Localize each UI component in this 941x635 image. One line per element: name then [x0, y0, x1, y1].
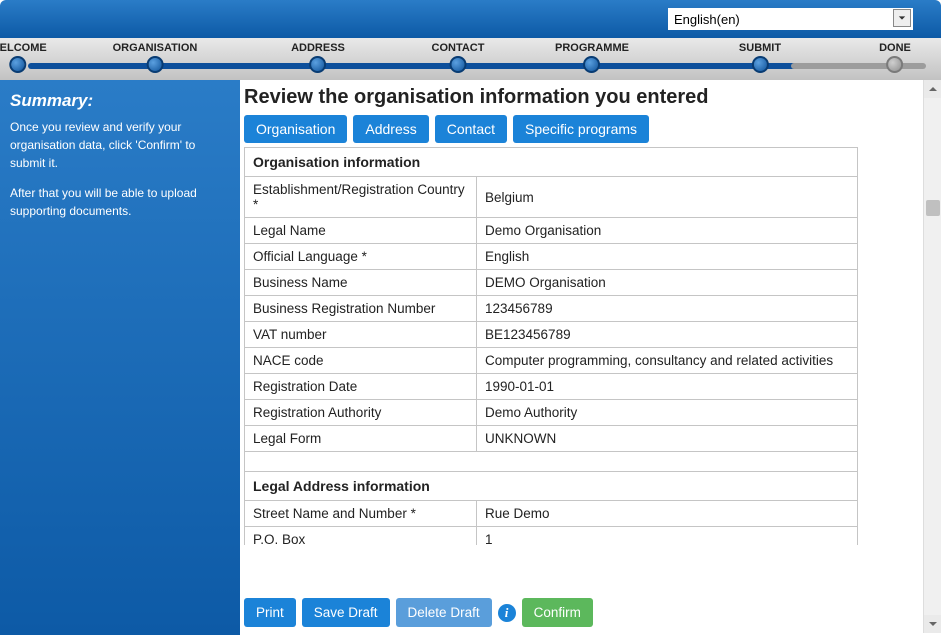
wizard-step-dot	[887, 56, 904, 73]
table-row: VAT numberBE123456789	[245, 322, 858, 348]
print-button[interactable]: Print	[244, 598, 296, 627]
field-value: 1990-01-01	[477, 374, 858, 400]
language-selected: English(en)	[674, 12, 740, 27]
field-value: Demo Authority	[477, 400, 858, 426]
scroll-down-icon[interactable]	[924, 615, 941, 633]
tab-row: Organisation Address Contact Specific pr…	[244, 115, 919, 143]
section-header-organisation: Organisation information	[245, 148, 858, 177]
save-draft-button[interactable]: Save Draft	[302, 598, 390, 627]
table-row: Establishment/Registration Country *Belg…	[245, 177, 858, 218]
wizard-step-done[interactable]: DONE	[879, 42, 911, 73]
table-row: P.O. Box1	[245, 527, 858, 546]
wizard-step-label: DONE	[879, 42, 911, 54]
wizard-step-dot	[751, 56, 768, 73]
field-value: Rue Demo	[477, 501, 858, 527]
wizard-step-programme[interactable]: PROGRAMME	[555, 42, 629, 73]
field-value: BE123456789	[477, 322, 858, 348]
wizard-step-address[interactable]: ADDRESS	[291, 42, 345, 73]
dropdown-arrow-icon	[893, 9, 911, 27]
wizard-step-dot	[450, 56, 467, 73]
table-row: Legal FormUNKNOWN	[245, 426, 858, 452]
tab-contact[interactable]: Contact	[435, 115, 507, 143]
language-select[interactable]: English(en)	[668, 8, 913, 30]
wizard-step-label: ADDRESS	[291, 42, 345, 54]
table-row: Legal NameDemo Organisation	[245, 218, 858, 244]
field-label: Business Name	[245, 270, 477, 296]
wizard-step-dot	[9, 56, 26, 73]
table-row: Street Name and Number *Rue Demo	[245, 501, 858, 527]
field-value: 1	[477, 527, 858, 546]
wizard-step-label: ORGANISATION	[113, 42, 198, 54]
field-label: Official Language *	[245, 244, 477, 270]
wizard-step-welcome[interactable]: WELCOME	[0, 42, 47, 73]
tab-address[interactable]: Address	[353, 115, 428, 143]
sidebar-title: Summary:	[10, 88, 230, 114]
field-value: Demo Organisation	[477, 218, 858, 244]
scroll-up-icon[interactable]	[924, 80, 941, 98]
field-label: Registration Date	[245, 374, 477, 400]
field-value: 123456789	[477, 296, 858, 322]
wizard-step-dot	[147, 56, 164, 73]
table-row: Business NameDEMO Organisation	[245, 270, 858, 296]
wizard-step-label: PROGRAMME	[555, 42, 629, 54]
page-title: Review the organisation information you …	[244, 86, 919, 109]
table-row: Business Registration Number123456789	[245, 296, 858, 322]
table-row: NACE codeComputer programming, consultan…	[245, 348, 858, 374]
wizard-progress: WELCOME ORGANISATION ADDRESS CONTACT PROGRAM…	[0, 38, 941, 80]
wizard-step-contact[interactable]: CONTACT	[432, 42, 485, 73]
field-label: NACE code	[245, 348, 477, 374]
wizard-step-label: CONTACT	[432, 42, 485, 54]
field-value: English	[477, 244, 858, 270]
field-label: Legal Name	[245, 218, 477, 244]
wizard-step-dot	[583, 56, 600, 73]
field-value: UNKNOWN	[477, 426, 858, 452]
sidebar: Summary: Once you review and verify your…	[0, 80, 240, 635]
sidebar-para-1: Once you review and verify your organisa…	[10, 118, 230, 172]
top-bar: English(en)	[0, 0, 941, 38]
section-header-address: Legal Address information	[245, 472, 858, 501]
field-value: Belgium	[477, 177, 858, 218]
wizard-step-label: SUBMIT	[739, 42, 781, 54]
review-table: Organisation informationEstablishment/Re…	[244, 147, 858, 545]
vertical-scrollbar[interactable]	[923, 80, 941, 633]
scroll-thumb[interactable]	[926, 200, 940, 216]
action-bar: Print Save Draft Delete Draft i Confirm	[244, 598, 593, 627]
field-label: Establishment/Registration Country *	[245, 177, 477, 218]
field-value: DEMO Organisation	[477, 270, 858, 296]
tab-specific-programs[interactable]: Specific programs	[513, 115, 649, 143]
table-row: Registration AuthorityDemo Authority	[245, 400, 858, 426]
field-label: P.O. Box	[245, 527, 477, 546]
info-icon[interactable]: i	[498, 604, 516, 622]
field-label: Business Registration Number	[245, 296, 477, 322]
field-value: Computer programming, consultancy and re…	[477, 348, 858, 374]
field-label: Legal Form	[245, 426, 477, 452]
delete-draft-button[interactable]: Delete Draft	[396, 598, 492, 627]
wizard-step-dot	[309, 56, 326, 73]
wizard-step-label: WELCOME	[0, 42, 47, 54]
field-label: VAT number	[245, 322, 477, 348]
table-row: Registration Date1990-01-01	[245, 374, 858, 400]
wizard-step-submit[interactable]: SUBMIT	[739, 42, 781, 73]
table-row: Official Language *English	[245, 244, 858, 270]
sidebar-para-2: After that you will be able to upload su…	[10, 184, 230, 220]
confirm-button[interactable]: Confirm	[522, 598, 593, 627]
field-label: Street Name and Number *	[245, 501, 477, 527]
field-label: Registration Authority	[245, 400, 477, 426]
tab-organisation[interactable]: Organisation	[244, 115, 347, 143]
wizard-step-organisation[interactable]: ORGANISATION	[113, 42, 198, 73]
main-content: Review the organisation information you …	[240, 80, 941, 635]
